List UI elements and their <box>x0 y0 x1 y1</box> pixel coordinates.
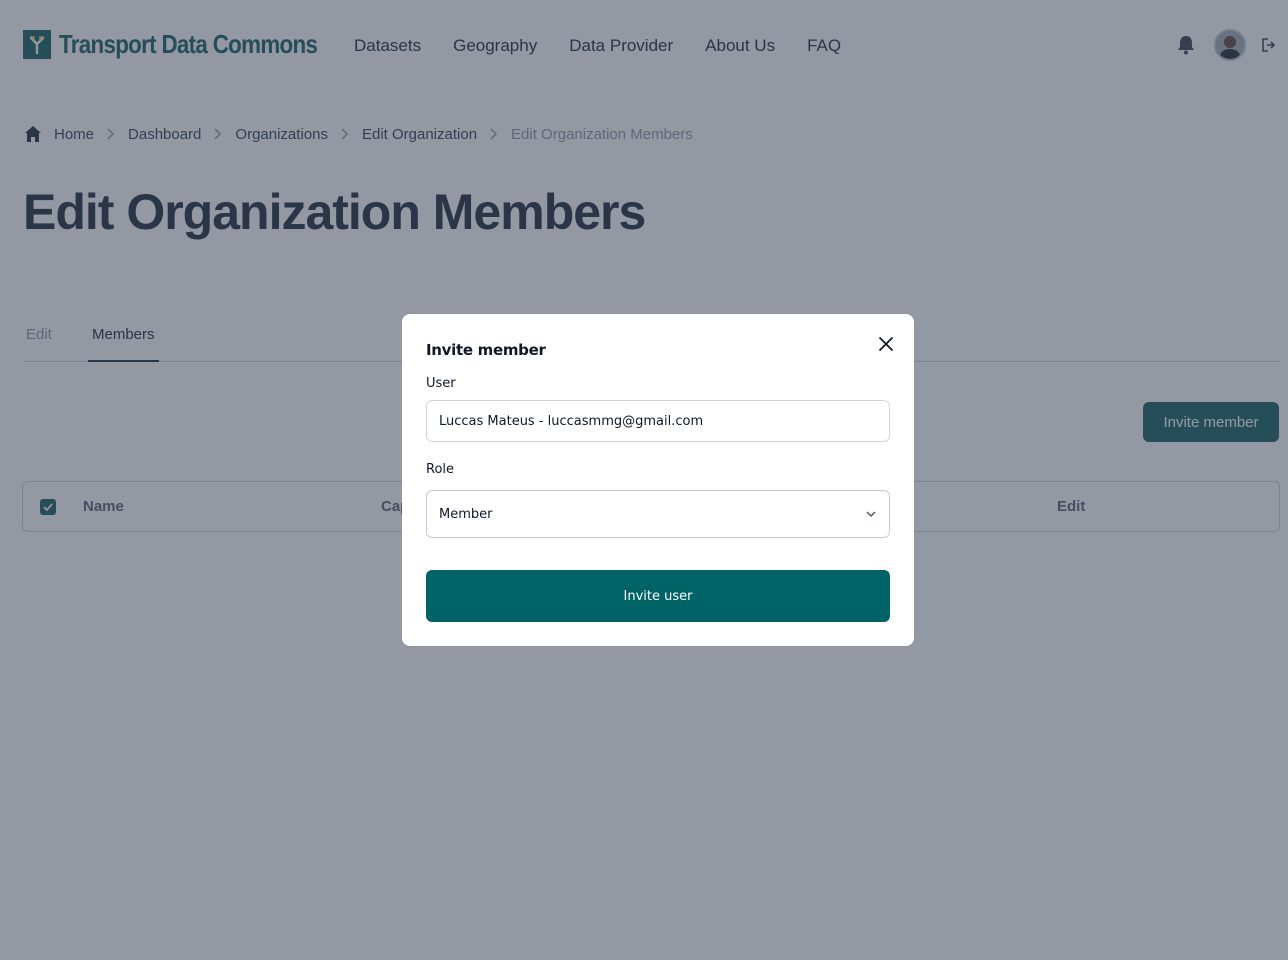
user-search-input[interactable] <box>426 400 890 442</box>
role-select-value: Member <box>439 506 493 522</box>
invite-user-submit-button[interactable]: Invite user <box>426 570 890 622</box>
close-icon[interactable] <box>874 332 898 356</box>
dialog-title: Invite member <box>426 341 546 359</box>
role-select[interactable]: Member <box>426 490 890 538</box>
user-field-label: User <box>426 376 456 391</box>
invite-member-dialog: Invite member User Role Member Invite us… <box>402 314 914 646</box>
role-field-label: Role <box>426 462 455 477</box>
chevron-down-icon <box>865 508 877 520</box>
